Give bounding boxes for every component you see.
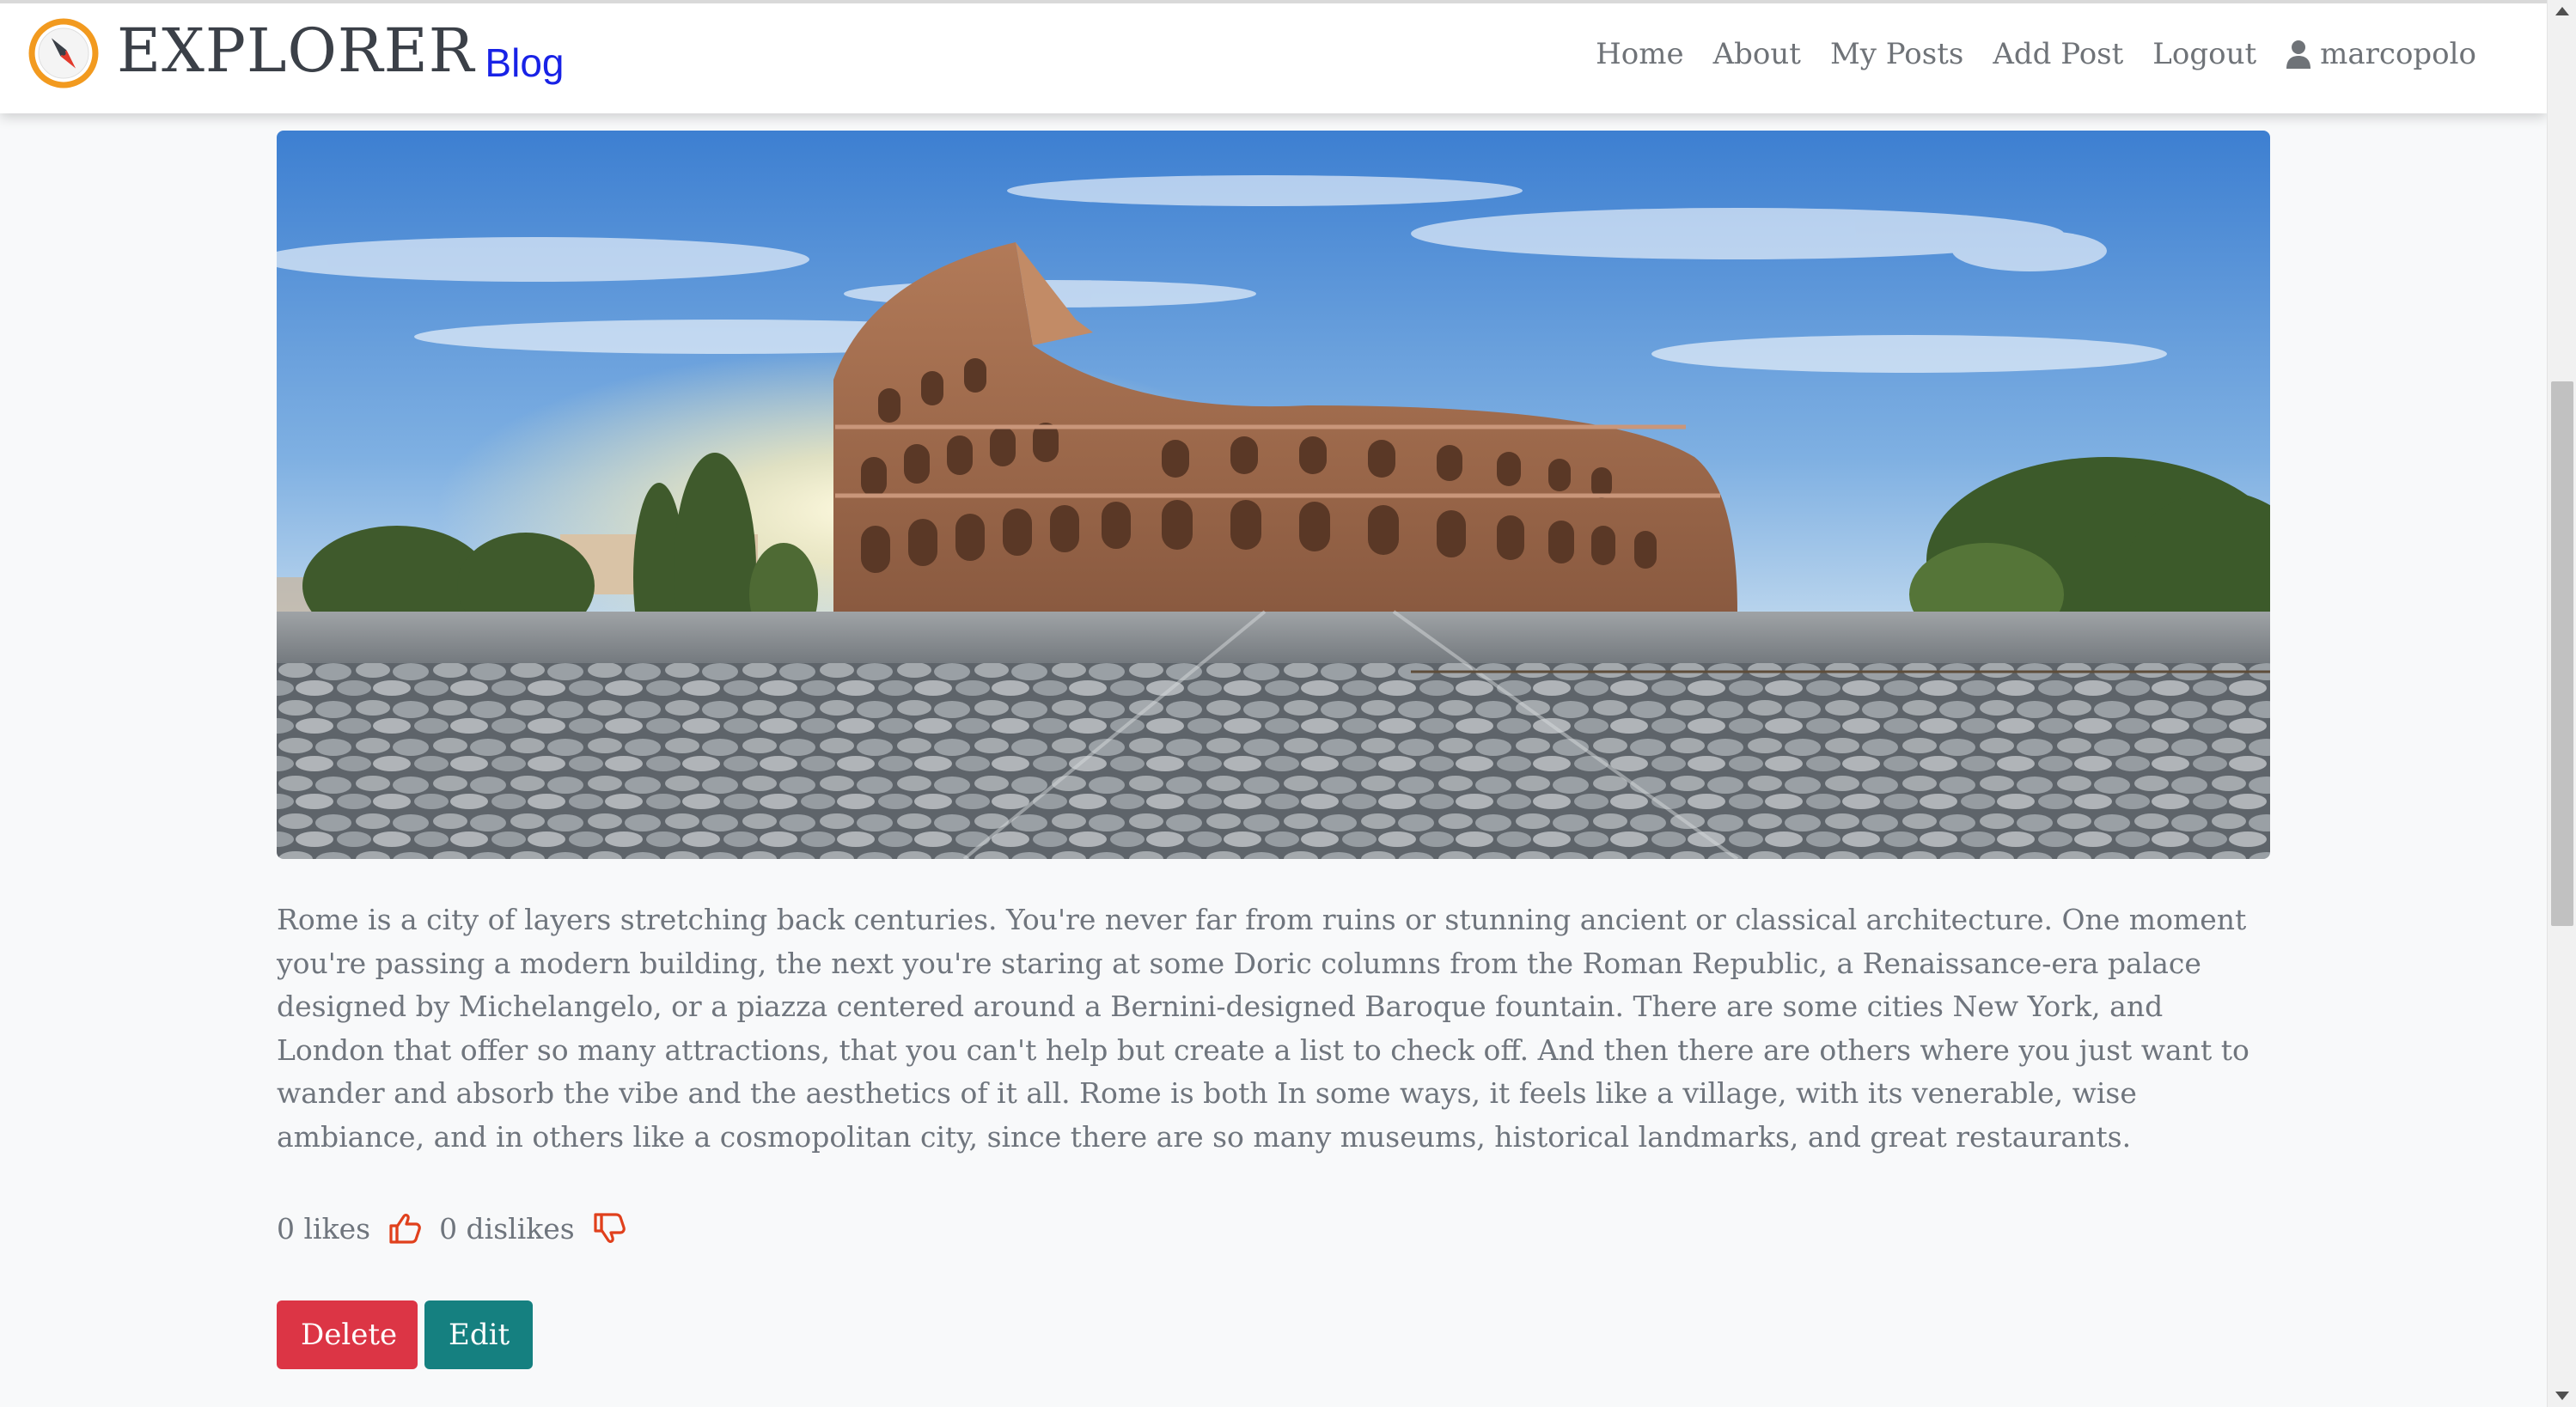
nav-links: Home About My Posts Add Post Logout marc… bbox=[1596, 40, 2476, 69]
user-icon bbox=[2286, 40, 2311, 69]
post-image bbox=[277, 131, 2270, 859]
nav-home[interactable]: Home bbox=[1596, 40, 1683, 69]
nav-my-posts[interactable]: My Posts bbox=[1830, 40, 1963, 69]
nav-about[interactable]: About bbox=[1713, 40, 1801, 69]
dislikes-count: 0 dislikes bbox=[439, 1211, 575, 1246]
nav-user-profile[interactable]: marcopolo bbox=[2286, 40, 2476, 69]
delete-button[interactable]: Delete bbox=[277, 1300, 418, 1369]
post-actions: Delete Edit bbox=[277, 1300, 533, 1369]
navbar: EXPLORER Blog Home About My Posts Add Po… bbox=[0, 0, 2547, 113]
scroll-thumb[interactable] bbox=[2551, 381, 2573, 926]
scroll-down-icon[interactable] bbox=[2555, 1392, 2569, 1400]
nav-logout[interactable]: Logout bbox=[2152, 40, 2256, 69]
scroll-up-icon[interactable] bbox=[2555, 7, 2569, 15]
thumbs-up-icon[interactable] bbox=[388, 1211, 422, 1246]
reactions-bar: 0 likes 0 dislikes bbox=[277, 1211, 626, 1246]
brand-link[interactable]: EXPLORER Blog bbox=[26, 15, 565, 91]
brand-name: EXPLORER bbox=[117, 15, 475, 86]
nav-add-post[interactable]: Add Post bbox=[1993, 40, 2123, 69]
likes-count: 0 likes bbox=[277, 1211, 371, 1246]
post-body-text: Rome is a city of layers stretching back… bbox=[277, 903, 2249, 1154]
thumbs-down-icon[interactable] bbox=[592, 1211, 626, 1246]
brand-subtitle: Blog bbox=[485, 40, 565, 85]
compass-icon bbox=[28, 18, 99, 88]
username-label: marcopolo bbox=[2320, 37, 2476, 71]
edit-button[interactable]: Edit bbox=[424, 1300, 533, 1369]
page-scrollbar[interactable] bbox=[2547, 0, 2576, 1407]
